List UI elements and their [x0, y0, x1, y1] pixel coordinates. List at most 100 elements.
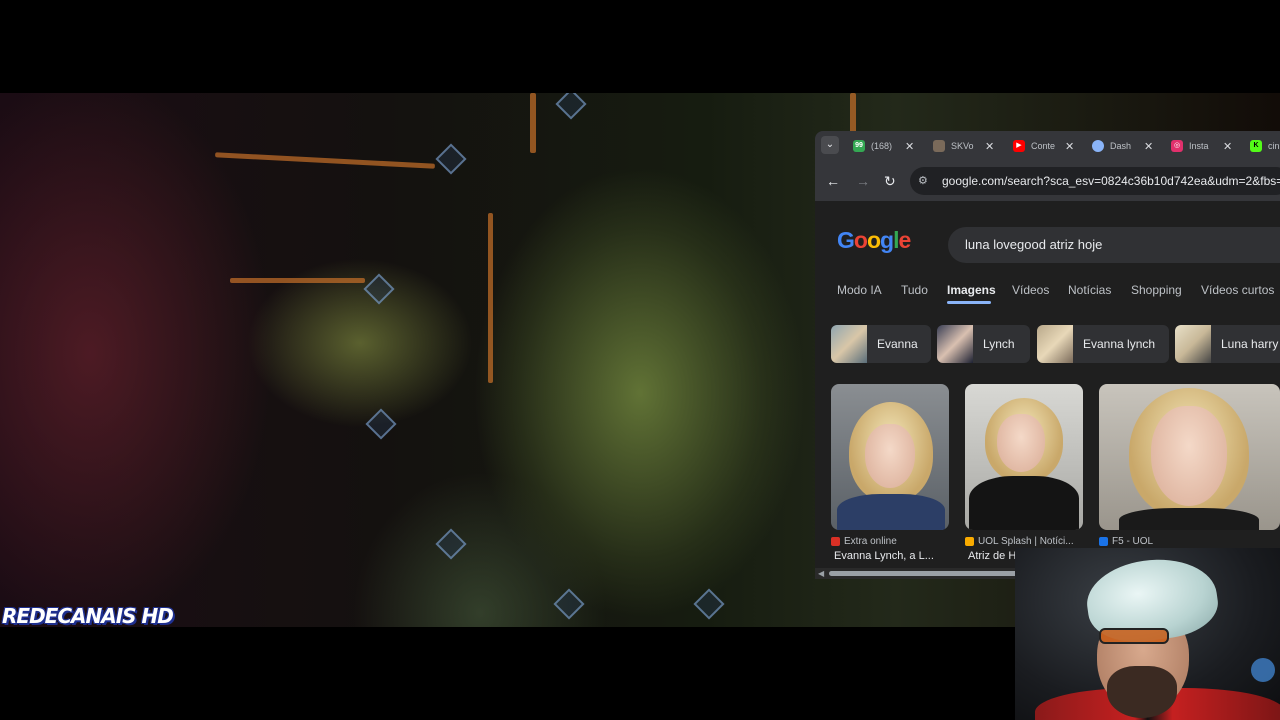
crystal-shape	[555, 93, 587, 120]
source-favicon-icon	[831, 537, 840, 546]
microphone-icon	[1251, 658, 1275, 682]
image-result[interactable]: Extra online Evanna Lynch, a L...	[831, 384, 949, 562]
tab-title: SKVo	[951, 141, 974, 151]
result-source: Extra online	[831, 536, 949, 547]
tab-title: Insta	[1189, 141, 1209, 151]
browser-tab[interactable]: ◎ Insta ✕	[1171, 134, 1241, 158]
orange-beam	[230, 278, 365, 283]
face-shape	[865, 424, 915, 488]
tab-videos-curtos[interactable]: Vídeos curtos	[1201, 283, 1274, 297]
streamer-beard	[1107, 666, 1177, 718]
google-results-page: Google luna lovegood atriz hoje Modo IA …	[815, 201, 1280, 579]
related-chip[interactable]: Lynch	[937, 325, 1030, 363]
tab-title: cin	[1268, 141, 1280, 151]
result-source: UOL Splash | Notíci...	[965, 536, 1083, 547]
instagram-icon: ◎	[1171, 140, 1183, 152]
logo-letter: G	[837, 227, 855, 253]
tab-imagens[interactable]: Imagens	[947, 283, 996, 297]
result-image[interactable]	[831, 384, 949, 530]
close-tab-icon[interactable]: ✕	[905, 140, 914, 153]
browser-tab[interactable]: SKVo ✕	[933, 134, 1003, 158]
tab-modo-ia[interactable]: Modo IA	[837, 283, 882, 297]
address-bar[interactable]: ⚙ google.com/search?sca_esv=0824c36b10d7…	[910, 167, 1280, 195]
chip-label: Luna harry	[1221, 337, 1279, 351]
close-tab-icon[interactable]: ✕	[985, 140, 994, 153]
chip-label: Evanna	[877, 337, 918, 351]
close-tab-icon[interactable]: ✕	[1065, 140, 1074, 153]
logo-letter: o	[866, 227, 881, 253]
scrollbar-thumb[interactable]	[829, 571, 1019, 576]
scroll-left-arrow-icon[interactable]: ◀	[818, 569, 824, 578]
logo-letter: o	[853, 227, 868, 253]
result-source-text: Extra online	[844, 536, 897, 547]
browser-tab[interactable]: 99 (168) ✕	[853, 134, 923, 158]
tab-search-chevron-icon[interactable]: ⌄	[821, 136, 839, 154]
browser-tab[interactable]: Dash ✕	[1092, 134, 1162, 158]
result-image[interactable]	[965, 384, 1083, 530]
orange-beam	[488, 213, 493, 383]
chip-label: Lynch	[983, 337, 1015, 351]
result-source-text: F5 - UOL	[1112, 536, 1154, 547]
chip-thumbnail	[1175, 325, 1211, 363]
browser-tab[interactable]: K cin	[1250, 134, 1280, 158]
shirt-shape	[837, 494, 945, 530]
face-shape	[997, 414, 1045, 472]
orange-beam	[850, 93, 856, 133]
tab-title: Dash	[1110, 141, 1132, 151]
google-logo[interactable]: Google	[837, 227, 911, 254]
browser-window: ⌄ 99 (168) ✕ SKVo ✕ ▶ Conte ✕ Dash ✕ ◎ I…	[815, 131, 1280, 579]
image-result[interactable]: UOL Splash | Notíci... Atriz de H	[965, 384, 1083, 562]
shirt-shape	[1119, 508, 1259, 530]
logo-letter: g	[880, 227, 894, 253]
active-tab-indicator	[947, 301, 991, 304]
related-chip[interactable]: Evanna lynch	[1037, 325, 1169, 363]
crystal-shape	[553, 588, 585, 620]
url-text: google.com/search?sca_esv=0824c36b10d742…	[942, 174, 1280, 188]
search-input[interactable]: luna lovegood atriz hoje	[948, 227, 1280, 263]
source-favicon-icon	[965, 537, 974, 546]
tab-title: (168)	[871, 141, 893, 151]
image-result[interactable]: F5 - UOL	[1099, 384, 1280, 550]
reload-icon[interactable]: ↻	[884, 173, 896, 190]
source-favicon-icon	[1099, 537, 1108, 546]
browser-toolbar: ← → ↻ ⚙ google.com/search?sca_esv=0824c3…	[815, 161, 1280, 201]
browser-tab[interactable]: ▶ Conte ✕	[1013, 134, 1083, 158]
profile-thumb-icon	[933, 140, 945, 152]
chip-thumbnail	[937, 325, 973, 363]
kick-icon: K	[1250, 140, 1262, 152]
tab-title: Conte	[1031, 141, 1056, 151]
close-tab-icon[interactable]: ✕	[1223, 140, 1232, 153]
crystal-shape	[435, 143, 467, 175]
tab-noticias[interactable]: Notícias	[1068, 283, 1111, 297]
webcam-overlay	[1015, 548, 1280, 720]
dashboard-icon	[1092, 140, 1104, 152]
result-source: F5 - UOL	[1099, 536, 1280, 547]
search-query: luna lovegood atriz hoje	[965, 237, 1103, 252]
logo-letter: e	[898, 227, 911, 253]
crystal-shape	[363, 273, 395, 305]
tab-shopping[interactable]: Shopping	[1131, 283, 1182, 297]
result-title[interactable]: Evanna Lynch, a L...	[834, 550, 949, 562]
streamer-glasses	[1099, 628, 1169, 644]
tab-videos[interactable]: Vídeos	[1012, 283, 1049, 297]
close-tab-icon[interactable]: ✕	[1144, 140, 1153, 153]
orange-beam	[530, 93, 536, 153]
tab-strip: ⌄ 99 (168) ✕ SKVo ✕ ▶ Conte ✕ Dash ✕ ◎ I…	[815, 131, 1280, 161]
channel-watermark: REDECANAIS HD	[2, 604, 174, 628]
chip-label: Evanna lynch	[1083, 337, 1156, 351]
face-shape	[1151, 406, 1227, 506]
site-info-icon[interactable]: ⚙	[918, 174, 928, 187]
orange-beam	[215, 152, 435, 169]
result-source-text: UOL Splash | Notíci...	[978, 536, 1074, 547]
crystal-shape	[435, 528, 467, 560]
related-chip[interactable]: Luna harry	[1175, 325, 1280, 363]
tab-tudo[interactable]: Tudo	[901, 283, 928, 297]
notification-count-icon: 99	[853, 140, 865, 152]
related-chip[interactable]: Evanna	[831, 325, 931, 363]
chip-thumbnail	[831, 325, 867, 363]
back-arrow-icon[interactable]: ←	[826, 173, 840, 189]
chip-thumbnail	[1037, 325, 1073, 363]
result-image[interactable]	[1099, 384, 1280, 530]
crystal-shape	[365, 408, 397, 440]
forward-arrow-icon[interactable]: →	[856, 173, 870, 189]
